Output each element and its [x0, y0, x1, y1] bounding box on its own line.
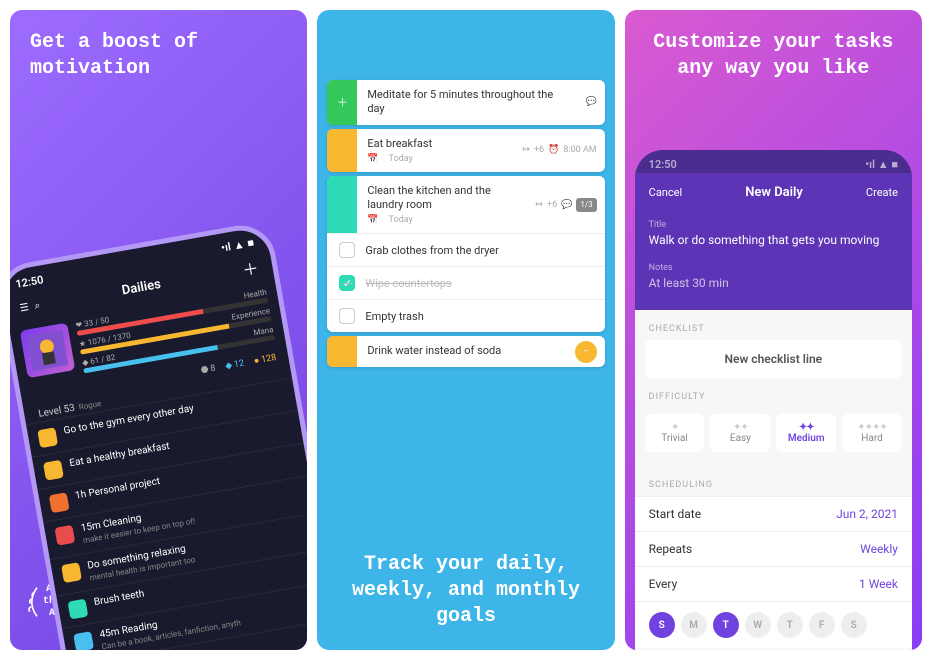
scheduling-label: SCHEDULING — [635, 466, 912, 496]
calendar-icon: 📅 — [367, 215, 378, 225]
status-bar: 12:50 •ıl ▲ ■ — [635, 150, 912, 173]
chat-icon[interactable]: 💬 — [585, 97, 596, 107]
progress-badge: 1/3 — [576, 198, 596, 212]
promo-panel-2: ＋ Meditate for 5 minutes throughout the … — [317, 10, 614, 650]
subtask-row[interactable]: Grab clothes from the dryer — [327, 233, 604, 266]
form-body: CHECKLIST New checklist line DIFFICULTY … — [635, 310, 912, 650]
modal-nav-bar: Cancel New Daily Create — [635, 173, 912, 212]
start-date-row[interactable]: Start date Jun 2, 2021 — [635, 496, 912, 531]
day-toggle[interactable]: S — [649, 612, 675, 638]
promo-panel-3: Customize your tasks any way you like 12… — [625, 10, 922, 650]
task-checkbox[interactable] — [73, 631, 94, 650]
card-check[interactable] — [327, 336, 357, 366]
headline-1: Get a boost of motivation — [10, 10, 307, 102]
gems: ⬣ 8 — [200, 363, 217, 376]
add-icon[interactable]: ＋ — [240, 255, 260, 281]
day-toggle[interactable]: F — [809, 612, 835, 638]
headline-2: Track your daily, weekly, and monthly go… — [337, 552, 594, 630]
task-card[interactable]: Drink water instead of soda − — [327, 336, 604, 366]
subtask-text: Grab clothes from the dryer — [365, 244, 499, 257]
new-checklist-button[interactable]: New checklist line — [645, 340, 902, 378]
phone-mockup-1: 12:50 •ıl▲■ ☰ ⌕ Dailies ＋ ❤ 33 / 50Healt… — [10, 220, 307, 650]
task-card[interactable]: Eat breakfast 📅Today ↦+6 ⏰8:00 AM — [327, 129, 604, 172]
card-check[interactable] — [327, 129, 357, 172]
title-field[interactable]: Title Walk or do something that gets you… — [635, 212, 912, 255]
day-toggle[interactable]: T — [777, 612, 803, 638]
subtask-row[interactable]: ✓ Wipe countertops — [327, 266, 604, 299]
subtask-row[interactable]: Empty trash — [327, 299, 604, 332]
menu-icon[interactable]: ☰ — [19, 302, 30, 314]
difficulty-option[interactable]: ✦✦Medium — [776, 414, 836, 452]
task-card[interactable]: ＋ Meditate for 5 minutes throughout the … — [327, 80, 604, 125]
task-checkbox[interactable] — [61, 562, 82, 583]
every-row[interactable]: Every 1 Week — [635, 566, 912, 601]
phone-mockup-3: 12:50 •ıl ▲ ■ Cancel New Daily Create Ti… — [635, 150, 912, 650]
modal-title: New Daily — [745, 185, 803, 200]
create-button[interactable]: Create — [866, 186, 898, 199]
minus-icon[interactable]: − — [575, 341, 597, 363]
screen-title: Dailies — [121, 276, 162, 298]
card-check[interactable] — [327, 176, 357, 234]
headline-2-wrap: Track your daily, weekly, and monthly go… — [317, 552, 614, 630]
task-card-with-subs: Clean the kitchen and the laundry room 📅… — [327, 176, 604, 333]
subtask-checkbox[interactable] — [339, 308, 355, 324]
diamonds: ◆ 12 — [224, 358, 245, 372]
promo-panel-1: Get a boost of motivation App of the Day… — [10, 10, 307, 650]
checklist-label: CHECKLIST — [635, 310, 912, 340]
plus-icon[interactable]: ＋ — [327, 80, 357, 125]
card-stack: ＋ Meditate for 5 minutes throughout the … — [317, 10, 614, 377]
chat-icon[interactable]: 💬 — [561, 200, 572, 210]
task-list[interactable]: Go to the gym every other dayEat a healt… — [26, 377, 307, 650]
difficulty-row: ✦Trivial✦✦Easy✦✦Medium✦✦✦✦Hard — [635, 408, 912, 466]
day-toggle[interactable]: T — [713, 612, 739, 638]
form-header: Title Walk or do something that gets you… — [635, 212, 912, 310]
notes-field[interactable]: Notes At least 30 min — [635, 255, 912, 298]
day-toggle[interactable]: W — [745, 612, 771, 638]
avatar[interactable] — [20, 323, 76, 379]
difficulty-option[interactable]: ✦✦✦✦Hard — [842, 414, 902, 452]
streak-icon: ↦ — [522, 145, 530, 155]
task-checkbox[interactable] — [68, 599, 89, 620]
repeats-row[interactable]: Repeats Weekly — [635, 531, 912, 566]
headline-3: Customize your tasks any way you like — [625, 10, 922, 102]
alarm-icon: ⏰ — [548, 145, 559, 155]
task-checkbox[interactable] — [37, 427, 58, 448]
difficulty-option[interactable]: ✦Trivial — [645, 414, 705, 452]
calendar-icon: 📅 — [367, 154, 378, 164]
streak-icon: ↦ — [535, 200, 543, 210]
cancel-button[interactable]: Cancel — [649, 186, 682, 199]
subtask-checkbox[interactable]: ✓ — [339, 275, 355, 291]
task-checkbox[interactable] — [49, 492, 70, 513]
subtask-text: Empty trash — [365, 310, 423, 323]
task-checkbox[interactable] — [54, 525, 75, 546]
subtask-checkbox[interactable] — [339, 242, 355, 258]
subtask-text: Wipe countertops — [365, 277, 451, 290]
difficulty-option[interactable]: ✦✦Easy — [710, 414, 770, 452]
task-checkbox[interactable] — [43, 460, 64, 481]
day-toggle[interactable]: M — [681, 612, 707, 638]
difficulty-label: DIFFICULTY — [635, 378, 912, 408]
search-icon[interactable]: ⌕ — [34, 300, 41, 312]
day-picker: SMTWTFS — [635, 601, 912, 648]
day-toggle[interactable]: S — [841, 612, 867, 638]
